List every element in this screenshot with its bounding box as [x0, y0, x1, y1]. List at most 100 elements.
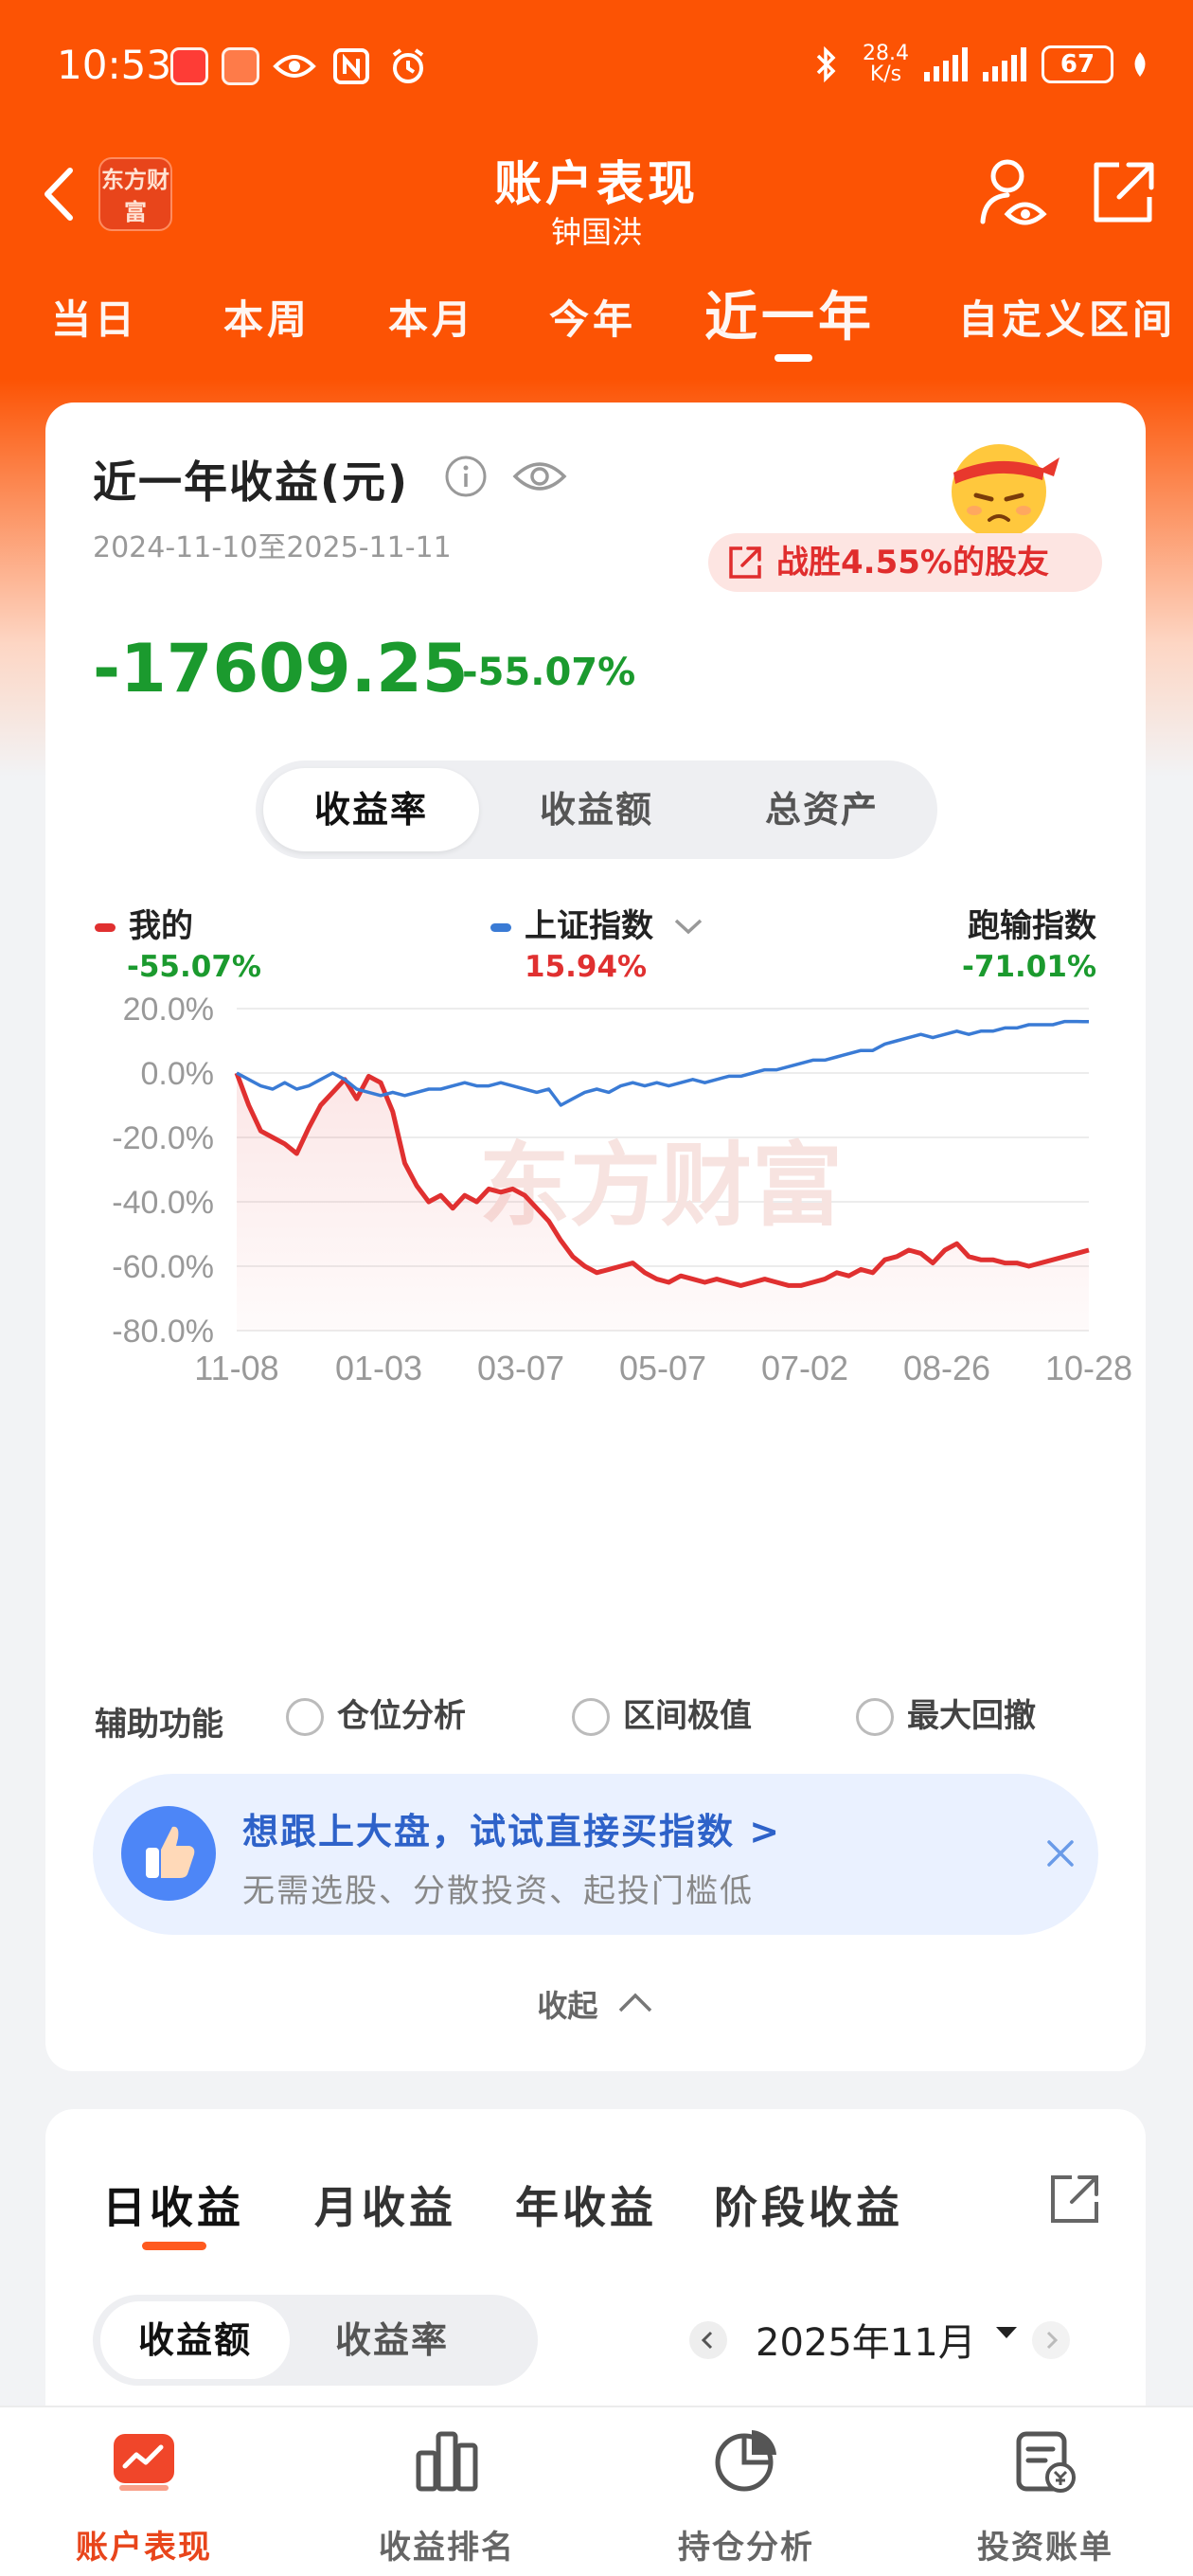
eye-icon — [512, 462, 567, 491]
legend-mine-label: 我的 — [129, 907, 193, 945]
pie-chart-icon — [712, 2426, 780, 2495]
period-tabs: 当日 本周 本月 今年 近一年 自定义区间 — [0, 275, 1193, 369]
nav-account-performance[interactable]: 账户表现 — [30, 2426, 258, 2567]
alarm-icon — [386, 47, 430, 85]
date-range: 2024-11-10至2025-11-11 — [93, 531, 452, 564]
nav-label: 账户表现 — [76, 2529, 212, 2567]
caret-down-icon[interactable] — [992, 2323, 1021, 2342]
privacy-view-button[interactable] — [975, 155, 1051, 231]
share-small-icon — [729, 546, 761, 579]
next-month-button[interactable] — [1032, 2321, 1070, 2359]
performance-card: 近一年收益(元) 2024-11-10至2025-11-11 战胜4.55%的股… — [45, 402, 1146, 2071]
index-promo-banner[interactable]: 想跟上大盘，试试直接买指数 > 无需选股、分散投资、起投门槛低 — [93, 1774, 1098, 1935]
aux-option-label: 区间极值 — [623, 1697, 752, 1735]
earnings-share-button[interactable] — [1047, 2172, 1102, 2227]
aux-position-analysis[interactable]: 仓位分析 — [286, 1692, 466, 1740]
signal-icon — [983, 47, 1026, 81]
status-notification-icons — [170, 47, 430, 85]
tab-daily-earnings[interactable]: 日收益 — [102, 2174, 244, 2236]
status-system-icons: 28.4 K/s 67 — [804, 44, 1151, 85]
legend-index-selector[interactable]: 上证指数 — [490, 900, 704, 946]
return-chart[interactable]: 20.0%0.0%-20.0%-40.0%-60.0%-80.0%东方财富11-… — [45, 990, 1146, 1596]
metric-segmented-control: 收益率 收益额 总资产 — [256, 760, 937, 859]
y-tick-label: -80.0% — [112, 1314, 214, 1350]
active-tab-indicator — [142, 2242, 206, 2250]
x-tick-label: 08-26 — [903, 1349, 990, 1387]
summary-title: 近一年收益(元) — [93, 456, 410, 508]
tab-yearly-earnings[interactable]: 年收益 — [515, 2174, 657, 2236]
huawei-app-icon — [170, 47, 208, 85]
tab-last-year[interactable]: 近一年 — [704, 275, 875, 351]
aux-range-extremes[interactable]: 区间极值 — [572, 1692, 752, 1740]
aux-functions-label: 辅助功能 — [95, 1706, 223, 1744]
eye-comfort-icon — [273, 47, 316, 85]
app-header: 东方财富 账户表现 钟国洪 — [0, 133, 1193, 256]
x-tick-label: 10-28 — [1045, 1349, 1132, 1387]
tab-monthly-earnings[interactable]: 月收益 — [314, 2174, 456, 2236]
share-icon — [1051, 2175, 1098, 2223]
network-speed-value: 28.4 — [863, 42, 909, 65]
profit-amount: -17609.25 — [93, 630, 469, 707]
user-eye-icon — [980, 159, 1047, 225]
metric-tab-return-rate[interactable]: 收益率 — [263, 768, 479, 851]
month-selector[interactable]: 2025年11月 — [756, 2312, 976, 2367]
tab-today[interactable]: 当日 — [51, 288, 138, 346]
radio-icon — [286, 1698, 324, 1736]
network-speed-unit: K/s — [869, 63, 902, 86]
legend-excess: 跑输指数 — [968, 900, 1096, 946]
thumbs-up-icon — [121, 1806, 216, 1901]
metric-tab-return-amount[interactable]: 收益额 — [489, 768, 704, 851]
tab-this-month[interactable]: 本月 — [388, 288, 475, 346]
y-tick-label: -60.0% — [112, 1249, 214, 1285]
promo-title: 想跟上大盘，试试直接买指数 > — [242, 1811, 782, 1852]
nav-earnings-ranking[interactable]: 收益排名 — [333, 2426, 561, 2567]
chevron-up-icon — [618, 1993, 651, 2012]
aux-max-drawdown[interactable]: 最大回撤 — [856, 1692, 1036, 1740]
tab-this-year[interactable]: 今年 — [549, 288, 636, 346]
legend-index-swatch — [490, 923, 511, 932]
leaf-icon — [1129, 45, 1151, 83]
shopping-app-icon — [222, 47, 259, 85]
aux-option-label: 仓位分析 — [337, 1697, 466, 1735]
tab-custom-range[interactable]: 自定义区间 — [958, 288, 1176, 346]
nav-label: 收益排名 — [379, 2529, 515, 2567]
beat-peers-text: 战胜4.55%的股友 — [776, 544, 1049, 581]
radio-icon — [572, 1698, 610, 1736]
prev-month-button[interactable] — [689, 2321, 727, 2359]
signal-icon — [924, 47, 968, 81]
chevron-left-icon — [701, 2331, 713, 2350]
toggle-amount[interactable]: 收益额 — [100, 2301, 290, 2379]
tab-this-week[interactable]: 本周 — [223, 288, 311, 346]
x-tick-label: 07-02 — [761, 1349, 848, 1387]
toggle-visibility-button[interactable] — [511, 450, 568, 503]
beat-peers-badge[interactable]: 战胜4.55%的股友 — [708, 533, 1102, 592]
performance-chart-icon — [110, 2426, 178, 2495]
legend-mine-swatch — [95, 923, 116, 932]
nav-holdings-analysis[interactable]: 持仓分析 — [632, 2426, 860, 2567]
y-tick-label: -40.0% — [112, 1185, 214, 1221]
collapse-button[interactable]: 收起 — [45, 1982, 1146, 2026]
x-tick-label: 03-07 — [477, 1349, 564, 1387]
x-tick-label: 05-07 — [619, 1349, 706, 1387]
radio-icon — [856, 1698, 894, 1736]
chevron-right-icon — [1046, 2331, 1059, 2350]
toggle-rate[interactable]: 收益率 — [297, 2301, 487, 2379]
metric-tab-total-assets[interactable]: 总资产 — [714, 768, 930, 851]
nfc-icon — [329, 47, 373, 85]
earnings-type-toggle: 收益额 收益率 — [93, 2295, 538, 2386]
x-tick-label: 01-03 — [335, 1349, 422, 1387]
y-tick-label: -20.0% — [112, 1120, 214, 1156]
promo-subtitle: 无需选股、分散投资、起投门槛低 — [242, 1872, 754, 1910]
close-icon — [1047, 1840, 1074, 1867]
y-tick-label: 20.0% — [123, 992, 214, 1028]
nav-investment-bill[interactable]: 投资账单 — [932, 2426, 1159, 2567]
legend-mine: 我的 — [95, 900, 193, 946]
nav-label: 持仓分析 — [678, 2529, 814, 2567]
promo-close-button[interactable] — [1040, 1833, 1081, 1874]
legend-index-value: 15.94% — [525, 950, 648, 984]
profit-percent: -55.07% — [462, 651, 636, 694]
info-button[interactable] — [443, 454, 489, 499]
share-button[interactable] — [1087, 157, 1159, 229]
bottom-navigation: 账户表现 收益排名 持仓分析 投资账单 — [0, 2406, 1193, 2576]
tab-period-earnings[interactable]: 阶段收益 — [714, 2174, 903, 2236]
